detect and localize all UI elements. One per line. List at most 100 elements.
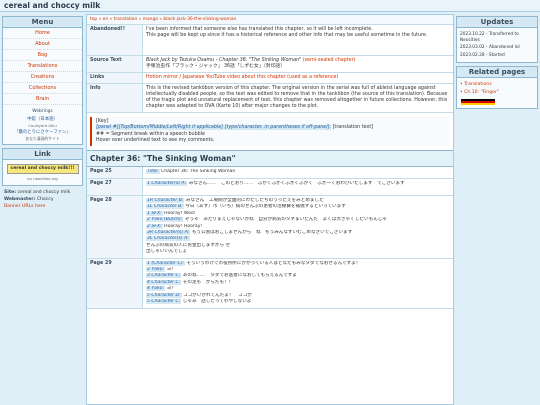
- speaker: Title:: [146, 169, 160, 175]
- webmaster-value: Choccy: [36, 197, 54, 202]
- speaker: 2 Yōkō (Butch):: [146, 217, 184, 223]
- right-sidebar: Updates 2023.10.22 - Transferred to Neoc…: [456, 16, 538, 112]
- banner-urls: Banner URLs here: [2, 203, 83, 210]
- source-line-2: 手塚治虫作「ブラック・ジャック」 36話「しずむ女」（封印話）: [146, 64, 286, 69]
- update-item: 2023.10.22 - Transferred to Neocities: [460, 32, 519, 43]
- speaker: 2 SFX:: [146, 223, 163, 229]
- chapter-title: Chapter 36: "The Sinking Woman": [87, 150, 453, 168]
- menu-item-about[interactable]: About: [3, 39, 82, 50]
- site-banner[interactable]: cereal and choccy milk!!!: [6, 164, 79, 174]
- menu-item-home[interactable]: Home: [3, 28, 82, 39]
- line-text: もう公害はおこしませんから ね もうみんなずいむごめなさいでございます: [191, 230, 353, 236]
- related-link-translations[interactable]: • Translations: [457, 81, 537, 89]
- page-lines: Title: Chapter 36: The Sinking Woman: [143, 167, 453, 177]
- speaker: 1 (Character C):: [146, 260, 185, 266]
- speaker: 3R Character(s) A:: [146, 230, 191, 236]
- link-box: Link cereal and choccy milk!!! on neocit…: [2, 148, 83, 186]
- key-line-3: Hover over underlined text to see my com…: [96, 137, 215, 143]
- page-lines: 1 (Character C): そういうわけで市役所所にかかっている人はとなた…: [143, 259, 453, 308]
- menu-item-translations[interactable]: Translations: [3, 61, 82, 72]
- line-text: みなさん…… このとおり…… ふかくふかくふかくふかく ふかーくおわびいたします…: [188, 180, 405, 186]
- abandoned-row: Abandoned!! I've been informed that some…: [87, 25, 453, 56]
- page-row: Page 27 1 Character(s) A: みなさん…… このとおり………: [87, 178, 453, 196]
- line-text: Hooray! Woo!: [164, 210, 196, 216]
- menu-box: Menu Home About Bog Translations Creatio…: [2, 16, 83, 145]
- key-format: [panel #][Top/Bottom/Middle/Left/Right i…: [96, 125, 332, 131]
- line: 5 Character C: じゃあ 話したってわやしないよ: [146, 299, 450, 305]
- banner-urls-link[interactable]: Banner URLs here: [4, 204, 45, 209]
- left-sidebar: Menu Home About Bog Translations Creatio…: [2, 16, 83, 210]
- line-text: ココがいかれてんだよ！ ココが: [183, 292, 252, 298]
- webring-link-2[interactable]: 「農のとりにさケーファン」: [3, 128, 82, 136]
- menu-item-bog[interactable]: Bog: [3, 50, 82, 61]
- line-text: ぜんぶの病気の人にお金出しますから ゼ: [146, 242, 231, 248]
- speaker: 1R Character B:: [146, 198, 185, 203]
- update-item: 2023.03.02 - Abandoned lol: [460, 45, 520, 50]
- menu-item-brain[interactable]: Brain: [3, 94, 82, 105]
- webmaster-label: Webmaster:: [4, 197, 36, 202]
- main-content: top » en » translation » manga » black-j…: [86, 14, 454, 405]
- source-title: Black Jack by Tezuka Osamu - Chapter 36:…: [146, 58, 302, 63]
- links-row: Links Hotlon mirror / Japanese YouTube v…: [87, 73, 453, 84]
- line-text: ぞうゃ あたりまえじゃないかね 自分が病気のタネまいたんだ よくほ大きゃくしたい…: [184, 217, 387, 223]
- links-label: Links: [87, 73, 143, 83]
- speaker: 1 SFX:: [146, 210, 163, 216]
- source-text: Black Jack by Tezuka Osamu - Chapter 36:…: [143, 56, 453, 72]
- related-title: Related pages: [457, 67, 537, 78]
- speaker: 1L Character B:: [146, 204, 184, 210]
- page-row: Page 25 Title: Chapter 36: The Sinking W…: [87, 167, 453, 179]
- line-text: そういうわけで市役所所にかかっている人はとなたもみなタダでなおせるんですよ！: [186, 260, 361, 266]
- links-text[interactable]: Hotlon mirror / Japanese YouTube video a…: [143, 73, 453, 83]
- line-text: その足も からだも！！: [182, 279, 234, 285]
- source-semi-sealed[interactable]: (semi-sealed chapter): [303, 58, 356, 63]
- site-banner-text: cereal and choccy milk!!!: [10, 166, 75, 171]
- abandoned-text-2: This page will be kept up since it has a…: [146, 33, 428, 38]
- menu-item-collections[interactable]: Collections: [3, 83, 82, 94]
- line: 出しゃいいんでしょ: [146, 249, 450, 255]
- abandoned-text: I've been informed that someone else has…: [143, 25, 453, 55]
- line-text: 今日（あす）市（いち）病のぜんぶの患者の治療費を補償するといっています: [185, 204, 346, 210]
- speaker: 5 Character C:: [146, 299, 182, 305]
- page-row: Page 29 1 (Character C): そういうわけで市役所所にかかっ…: [87, 258, 453, 309]
- line-text: ヨ？: [166, 286, 176, 292]
- flag-icon: [461, 99, 495, 105]
- updates-box: Updates 2023.10.22 - Transferred to Neoc…: [456, 16, 538, 63]
- line: Title: Chapter 36: The Sinking Woman: [146, 169, 450, 175]
- site-title[interactable]: cereal and choccy milk: [4, 1, 100, 10]
- page-lines: 1 Character(s) A: みなさん…… このとおり…… ふかくふかくふ…: [143, 179, 453, 195]
- speaker: 1 Character(s) A:: [146, 180, 188, 186]
- line: 1 Character(s) A: みなさん…… このとおり…… ふかくふかくふ…: [146, 180, 450, 187]
- info-row: Info This is the revised tankōbon versio…: [87, 84, 453, 113]
- site-info: Site: cereal and choccy milk: [2, 189, 83, 196]
- line-text: あのね…… タダでお医者になおしてもらえるんですよ: [182, 273, 297, 279]
- speaker: 5 Character D:: [146, 292, 182, 298]
- line-text: みなさん 工場側が全面的にわたしたちのうったえをみとめました: [185, 198, 324, 203]
- page-label: Page 28: [87, 196, 143, 258]
- source-label: Source Text: [87, 56, 143, 72]
- line-text: ヨ？: [166, 267, 176, 273]
- speaker: 2 Yōko:: [146, 267, 166, 273]
- menu-title: Menu: [3, 17, 82, 28]
- links-value[interactable]: Hotlon mirror / Japanese YouTube video a…: [146, 75, 338, 80]
- related-link-finger[interactable]: • Ch.10: "Finger": [457, 89, 537, 97]
- source-row: Source Text Black Jack by Tezuka Osamu -…: [87, 56, 453, 73]
- line-text: Chapter 36: The Sinking Woman: [161, 169, 236, 175]
- info-text: This is the revised tankōbon version of …: [146, 86, 448, 109]
- speaker: 3L Character(s) A:: [146, 236, 190, 242]
- line-text: 出しゃいいんでしょ: [146, 249, 188, 255]
- webring-link-1[interactable]: 中館（日本語）: [3, 115, 82, 123]
- related-link-finger-label[interactable]: Ch.10: "Finger": [464, 90, 499, 95]
- page-label: Page 27: [87, 178, 143, 195]
- related-link-translations-label[interactable]: Translations: [464, 82, 491, 87]
- page-label: Page 25: [87, 167, 143, 178]
- page-row: Page 28 1R Character B: みなさん 工場側が全面的にわたし…: [87, 196, 453, 259]
- speaker: 4 Character C:: [146, 279, 182, 285]
- breadcrumb[interactable]: top » en » translation » manga » black-j…: [87, 15, 453, 25]
- info-label: Info: [87, 84, 143, 112]
- site-header: cereal and choccy milk: [0, 0, 540, 12]
- speaker: 4 Yōko:: [146, 286, 166, 292]
- updates-title: Updates: [457, 17, 537, 28]
- site-value: cereal and choccy milk: [17, 190, 71, 195]
- key-box: [Key] [panel #][Top/Bottom/Middle/Left/R…: [90, 117, 450, 147]
- menu-item-creations[interactable]: Creations: [3, 72, 82, 83]
